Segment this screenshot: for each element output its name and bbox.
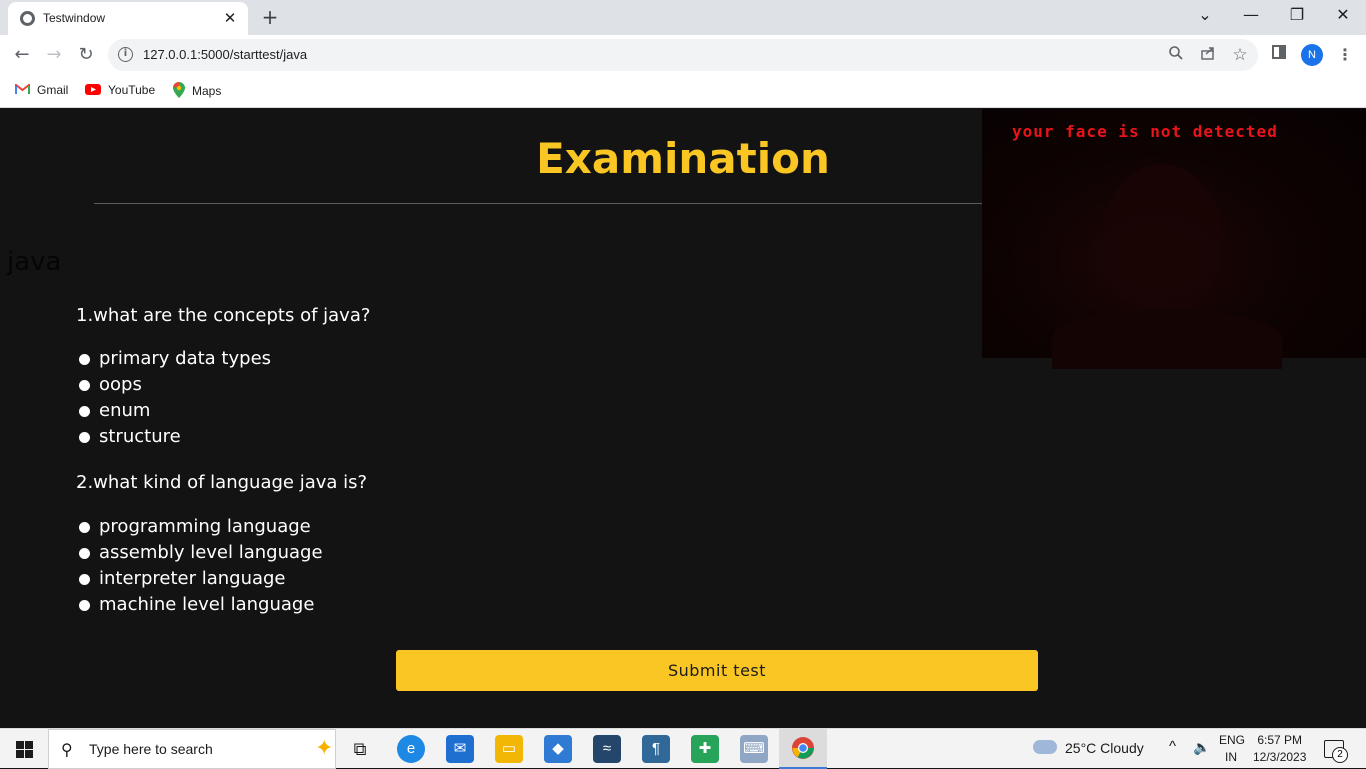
- radio-button[interactable]: [79, 432, 90, 443]
- mysql-workbench-icon[interactable]: ≈: [593, 735, 621, 763]
- more-menu-icon[interactable]: ⋮: [1337, 43, 1353, 67]
- site-info-icon[interactable]: i: [118, 47, 133, 62]
- app-icon[interactable]: ✚: [691, 735, 719, 763]
- tab-search-button[interactable]: ⌄: [1182, 0, 1228, 32]
- address-bar[interactable]: i 127.0.0.1:5000/starttest/java ☆: [108, 39, 1258, 71]
- option-label: oops: [99, 374, 142, 395]
- option-label: interpreter language: [99, 568, 286, 589]
- cloud-icon: [1033, 740, 1057, 754]
- chevron-up-icon[interactable]: ^: [1169, 738, 1176, 758]
- minimize-button[interactable]: —: [1228, 0, 1274, 32]
- taskbar-search[interactable]: ⚲ Type here to search ✦: [48, 729, 336, 769]
- option-label: enum: [99, 400, 151, 421]
- side-panel-icon[interactable]: [1272, 45, 1286, 59]
- python-idle-icon[interactable]: ⌨: [740, 735, 768, 763]
- tab-title: Testwindow: [43, 11, 106, 25]
- notification-badge: 2: [1332, 747, 1348, 763]
- search-icon: ⚲: [61, 740, 73, 759]
- radio-button[interactable]: [79, 548, 90, 559]
- bookmark-star-icon[interactable]: ☆: [1230, 45, 1250, 65]
- virtualbox-icon[interactable]: ◆: [544, 735, 572, 763]
- search-highlight-icon[interactable]: ✦: [315, 736, 333, 761]
- forward-icon[interactable]: →: [42, 43, 66, 67]
- mail-icon[interactable]: ✉: [446, 735, 474, 763]
- bookmark-label: Gmail: [37, 83, 69, 97]
- option-label: machine level language: [99, 594, 315, 615]
- browser-tab[interactable]: Testwindow ✕: [8, 2, 248, 35]
- submit-test-button[interactable]: Submit test: [396, 650, 1038, 691]
- restore-button[interactable]: ❐: [1274, 0, 1320, 32]
- bookmarks-bar: Gmail YouTube Maps: [0, 75, 1366, 108]
- windows-start-icon[interactable]: [16, 741, 33, 758]
- option-label: programming language: [99, 516, 311, 537]
- radio-button[interactable]: [79, 380, 90, 391]
- option-label: assembly level language: [99, 542, 323, 563]
- browser-tabstrip: Testwindow ✕ + ⌄ — ❐ ✕: [0, 0, 1366, 35]
- file-explorer-icon[interactable]: ▭: [495, 735, 523, 763]
- bookmark-label: YouTube: [108, 83, 156, 97]
- question-1: 1.what are the concepts of java?: [76, 305, 371, 326]
- back-icon[interactable]: ←: [10, 43, 34, 67]
- taskbar-clock[interactable]: 6:57 PM 12/3/2023: [1253, 732, 1306, 766]
- maps-icon: [173, 82, 185, 102]
- option-label: structure: [99, 426, 181, 447]
- gmail-icon: [15, 82, 30, 99]
- chrome-icon: [792, 737, 814, 759]
- task-view-icon[interactable]: ⧉: [346, 735, 374, 763]
- bookmark-maps[interactable]: Maps: [173, 82, 221, 100]
- chrome-active-taskbar-item[interactable]: [779, 729, 827, 769]
- language-region[interactable]: IN: [1225, 750, 1237, 767]
- weather-text[interactable]: 25°C Cloudy: [1065, 740, 1144, 760]
- face-warning: your face is not detected: [1012, 122, 1278, 141]
- youtube-icon: [85, 83, 101, 99]
- windows-taskbar: ⚲ Type here to search ✦ ⧉ e ✉ ▭ ◆ ≈ ¶ ✚ …: [0, 728, 1366, 769]
- new-tab-button[interactable]: +: [258, 5, 282, 29]
- option-label: primary data types: [99, 348, 272, 369]
- question-2: 2.what kind of language java is?: [76, 472, 368, 493]
- url-text[interactable]: 127.0.0.1:5000/starttest/java: [143, 47, 307, 62]
- bookmark-label: Maps: [192, 84, 222, 99]
- tab-close-button[interactable]: ✕: [220, 8, 240, 28]
- radio-button[interactable]: [79, 522, 90, 533]
- globe-icon: [20, 11, 35, 26]
- bookmark-gmail[interactable]: Gmail: [15, 82, 68, 100]
- webcam-person-silhouette: [1102, 164, 1222, 314]
- radio-button[interactable]: [79, 406, 90, 417]
- search-placeholder[interactable]: Type here to search: [89, 741, 213, 757]
- webcam-shoulders: [1052, 309, 1282, 369]
- python-icon[interactable]: ¶: [642, 735, 670, 763]
- share-icon[interactable]: [1198, 45, 1218, 65]
- profile-avatar[interactable]: N: [1301, 44, 1323, 66]
- speaker-icon[interactable]: 🔈: [1193, 739, 1210, 759]
- title-divider: [94, 203, 984, 204]
- exam-page: Examination java 1.what are the concepts…: [0, 109, 1366, 728]
- webcam-preview: your face is not detected: [982, 109, 1366, 369]
- subject-heading: java: [7, 247, 62, 277]
- clock-time: 6:57 PM: [1257, 733, 1303, 747]
- edge-icon[interactable]: e: [397, 735, 425, 763]
- window-close-button[interactable]: ✕: [1320, 0, 1366, 32]
- clock-date: 12/3/2023: [1253, 750, 1307, 764]
- browser-toolbar: ← → ↻ i 127.0.0.1:5000/starttest/java ☆ …: [0, 35, 1366, 75]
- reload-icon[interactable]: ↻: [74, 43, 98, 67]
- zoom-icon[interactable]: [1166, 45, 1186, 65]
- radio-button[interactable]: [79, 354, 90, 365]
- bookmark-youtube[interactable]: YouTube: [85, 82, 155, 100]
- radio-button[interactable]: [79, 574, 90, 585]
- language-code[interactable]: ENG: [1219, 733, 1245, 750]
- radio-button[interactable]: [79, 600, 90, 611]
